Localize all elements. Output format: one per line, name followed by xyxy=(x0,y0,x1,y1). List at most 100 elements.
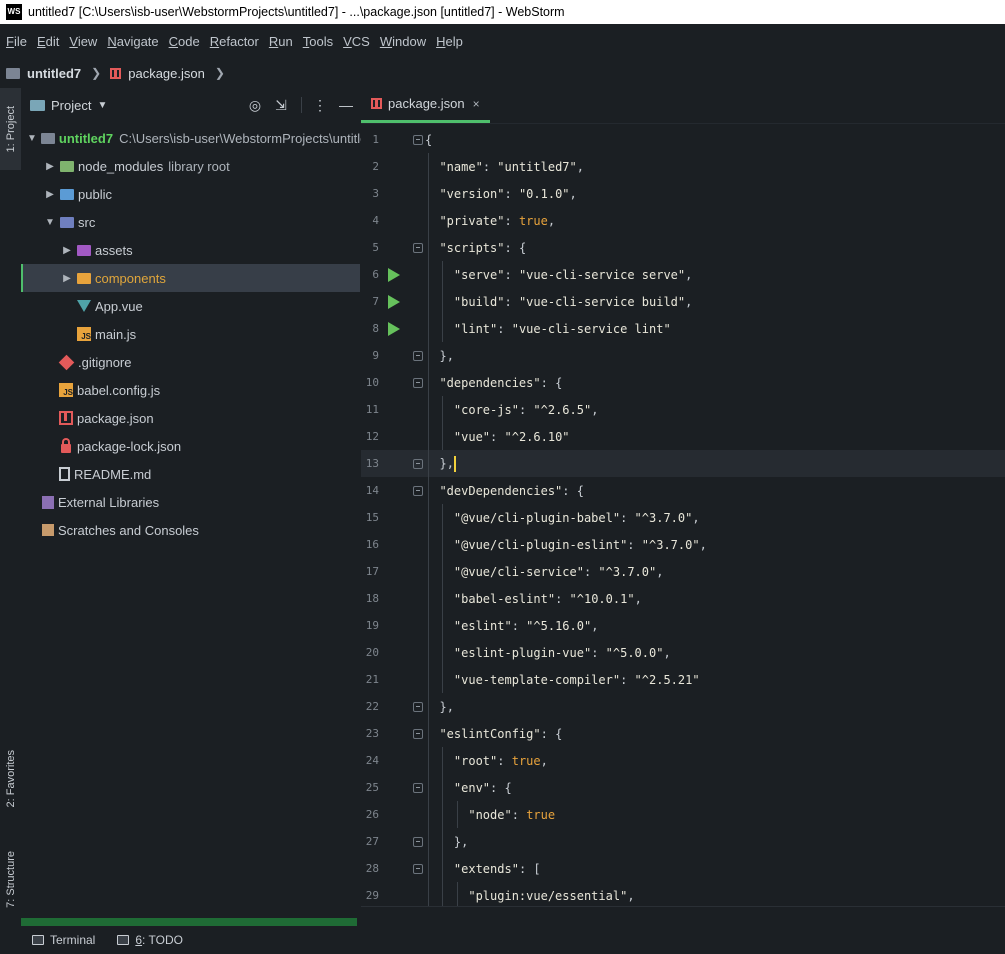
menu-item-tools[interactable]: Tools xyxy=(303,34,333,49)
menu-item-refactor[interactable]: Refactor xyxy=(210,34,259,49)
menu-label: efactor xyxy=(219,33,259,49)
tree-node-node-modules[interactable]: ▶ node_modules library root xyxy=(21,152,360,180)
code-line[interactable]: 12 "vue": "^2.6.10" xyxy=(361,423,1005,450)
tree-node-assets[interactable]: ▶ assets xyxy=(21,236,360,264)
tab-structure[interactable]: 7: Structure xyxy=(0,836,21,922)
tree-node-package-lock[interactable]: package-lock.json xyxy=(21,432,360,460)
source-folder-icon xyxy=(60,216,74,228)
editor-horizontal-scrollbar[interactable] xyxy=(361,906,1005,907)
code-line[interactable]: 20 "eslint-plugin-vue": "^5.0.0", xyxy=(361,639,1005,666)
horizontal-scrollbar[interactable] xyxy=(21,918,357,926)
tree-node-gitignore[interactable]: .gitignore xyxy=(21,348,360,376)
code-line[interactable]: 11 "core-js": "^2.6.5", xyxy=(361,396,1005,423)
hide-panel-icon[interactable]: — xyxy=(338,97,354,113)
chevron-down-icon[interactable]: ▼ xyxy=(44,217,56,228)
code-line[interactable]: 14 "devDependencies": { xyxy=(361,477,1005,504)
project-view-selector[interactable]: Project xyxy=(51,98,91,113)
toolbar-divider xyxy=(301,97,302,113)
chevron-right-icon[interactable]: ▶ xyxy=(44,161,56,172)
fold-marker-icon[interactable] xyxy=(413,485,423,496)
fold-marker-icon[interactable] xyxy=(413,377,423,388)
tree-node-babel-config[interactable]: JS babel.config.js xyxy=(21,376,360,404)
fold-marker-icon[interactable] xyxy=(413,728,423,739)
code-line[interactable]: 19 "eslint": "^5.16.0", xyxy=(361,612,1005,639)
menu-item-help[interactable]: Help xyxy=(436,34,463,49)
code-line[interactable]: 4 "private": true, xyxy=(361,207,1005,234)
tree-node-src[interactable]: ▼ src xyxy=(21,208,360,236)
locate-file-icon[interactable]: ◎ xyxy=(247,97,263,113)
tree-node-root[interactable]: ▼ untitled7 C:\Users\isb-user\WebstormPr… xyxy=(21,124,382,152)
tree-node-external-libraries[interactable]: External Libraries xyxy=(21,488,360,516)
run-script-icon[interactable] xyxy=(388,321,400,336)
fold-marker-icon[interactable] xyxy=(413,350,423,361)
tree-node-public[interactable]: ▶ public xyxy=(21,180,360,208)
code-line[interactable]: 16 "@vue/cli-plugin-eslint": "^3.7.0", xyxy=(361,531,1005,558)
tree-node-main-js[interactable]: JS main.js xyxy=(21,320,360,348)
menu-item-code[interactable]: Code xyxy=(169,34,200,49)
menu-item-edit[interactable]: Edit xyxy=(37,34,59,49)
close-icon[interactable]: × xyxy=(473,97,480,111)
chevron-down-icon[interactable]: ▼ xyxy=(97,100,107,111)
run-script-icon[interactable] xyxy=(388,267,400,282)
run-script-icon[interactable] xyxy=(388,294,400,309)
options-gear-icon[interactable]: ⋮ xyxy=(312,97,328,113)
code-text: "@vue/cli-plugin-eslint": "^3.7.0", xyxy=(453,537,707,552)
breadcrumb-file[interactable]: package.json xyxy=(128,66,205,81)
code-line[interactable]: 21 "vue-template-compiler": "^2.5.21" xyxy=(361,666,1005,693)
tab-favorites[interactable]: 2: Favorites xyxy=(0,738,21,820)
menu-label: ools xyxy=(309,33,334,49)
collapse-all-icon[interactable]: ⇲ xyxy=(273,97,289,113)
code-line[interactable]: 17 "@vue/cli-service": "^3.7.0", xyxy=(361,558,1005,585)
code-line[interactable]: 5 "scripts": { xyxy=(361,234,1005,261)
code-line[interactable]: 9 }, xyxy=(361,342,1005,369)
code-line[interactable]: 3 "version": "0.1.0", xyxy=(361,180,1005,207)
menu-item-window[interactable]: Window xyxy=(380,34,426,49)
chevron-right-icon[interactable]: ▶ xyxy=(61,273,73,284)
code-line[interactable]: 24 "root": true, xyxy=(361,747,1005,774)
code-line[interactable]: 15 "@vue/cli-plugin-babel": "^3.7.0", xyxy=(361,504,1005,531)
chevron-down-icon[interactable]: ▼ xyxy=(27,133,37,144)
breadcrumb-project[interactable]: untitled7 xyxy=(27,66,81,81)
fold-marker-icon[interactable] xyxy=(413,836,423,847)
tree-node-components[interactable]: ▶ components xyxy=(21,264,360,292)
menu-item-file[interactable]: File xyxy=(6,34,27,49)
code-line[interactable]: 28 "extends": [ xyxy=(361,855,1005,882)
code-line[interactable]: 8 "lint": "vue-cli-service lint" xyxy=(361,315,1005,342)
fold-marker-icon[interactable] xyxy=(413,134,423,145)
menu-item-navigate[interactable]: Navigate xyxy=(107,34,158,49)
editor-tab-package-json[interactable]: package.json × xyxy=(361,87,490,123)
code-line[interactable]: 23 "eslintConfig": { xyxy=(361,720,1005,747)
terminal-tab[interactable]: Terminal xyxy=(32,933,95,947)
code-editor[interactable]: 1{2 "name": "untitled7", 3 "version": "0.… xyxy=(361,126,1005,906)
code-line[interactable]: 22 }, xyxy=(361,693,1005,720)
code-line[interactable]: 25 "env": { xyxy=(361,774,1005,801)
menu-item-vcs[interactable]: VCS xyxy=(343,34,370,49)
code-line[interactable]: 10 "dependencies": { xyxy=(361,369,1005,396)
todo-tab[interactable]: 6: TODO xyxy=(117,933,183,947)
menu-mnemonic: F xyxy=(6,33,14,49)
menu-label: un xyxy=(278,33,293,49)
tree-node-app-vue[interactable]: App.vue xyxy=(21,292,360,320)
fold-marker-icon[interactable] xyxy=(413,458,423,469)
fold-marker-icon[interactable] xyxy=(413,863,423,874)
tree-node-package-json[interactable]: package.json xyxy=(21,404,360,432)
fold-marker-icon[interactable] xyxy=(413,242,423,253)
chevron-right-icon[interactable]: ▶ xyxy=(61,245,73,256)
code-line[interactable]: 29 "plugin:vue/essential", xyxy=(361,882,1005,906)
fold-marker-icon[interactable] xyxy=(413,782,423,793)
code-line[interactable]: 6 "serve": "vue-cli-service serve", xyxy=(361,261,1005,288)
tab-project[interactable]: 1: Project xyxy=(0,88,21,170)
menu-item-view[interactable]: View xyxy=(69,34,97,49)
code-line[interactable]: 18 "babel-eslint": "^10.0.1", xyxy=(361,585,1005,612)
fold-marker-icon[interactable] xyxy=(413,701,423,712)
code-line[interactable]: 7 "build": "vue-cli-service build", xyxy=(361,288,1005,315)
code-line[interactable]: 1{ xyxy=(361,126,1005,153)
tree-node-scratches[interactable]: Scratches and Consoles xyxy=(21,516,360,544)
code-line[interactable]: 13 }, xyxy=(361,450,1005,477)
tree-node-readme[interactable]: README.md xyxy=(21,460,360,488)
code-line[interactable]: 26 "node": true xyxy=(361,801,1005,828)
code-line[interactable]: 2 "name": "untitled7", xyxy=(361,153,1005,180)
code-line[interactable]: 27 }, xyxy=(361,828,1005,855)
chevron-right-icon[interactable]: ▶ xyxy=(44,189,56,200)
menu-item-run[interactable]: Run xyxy=(269,34,293,49)
